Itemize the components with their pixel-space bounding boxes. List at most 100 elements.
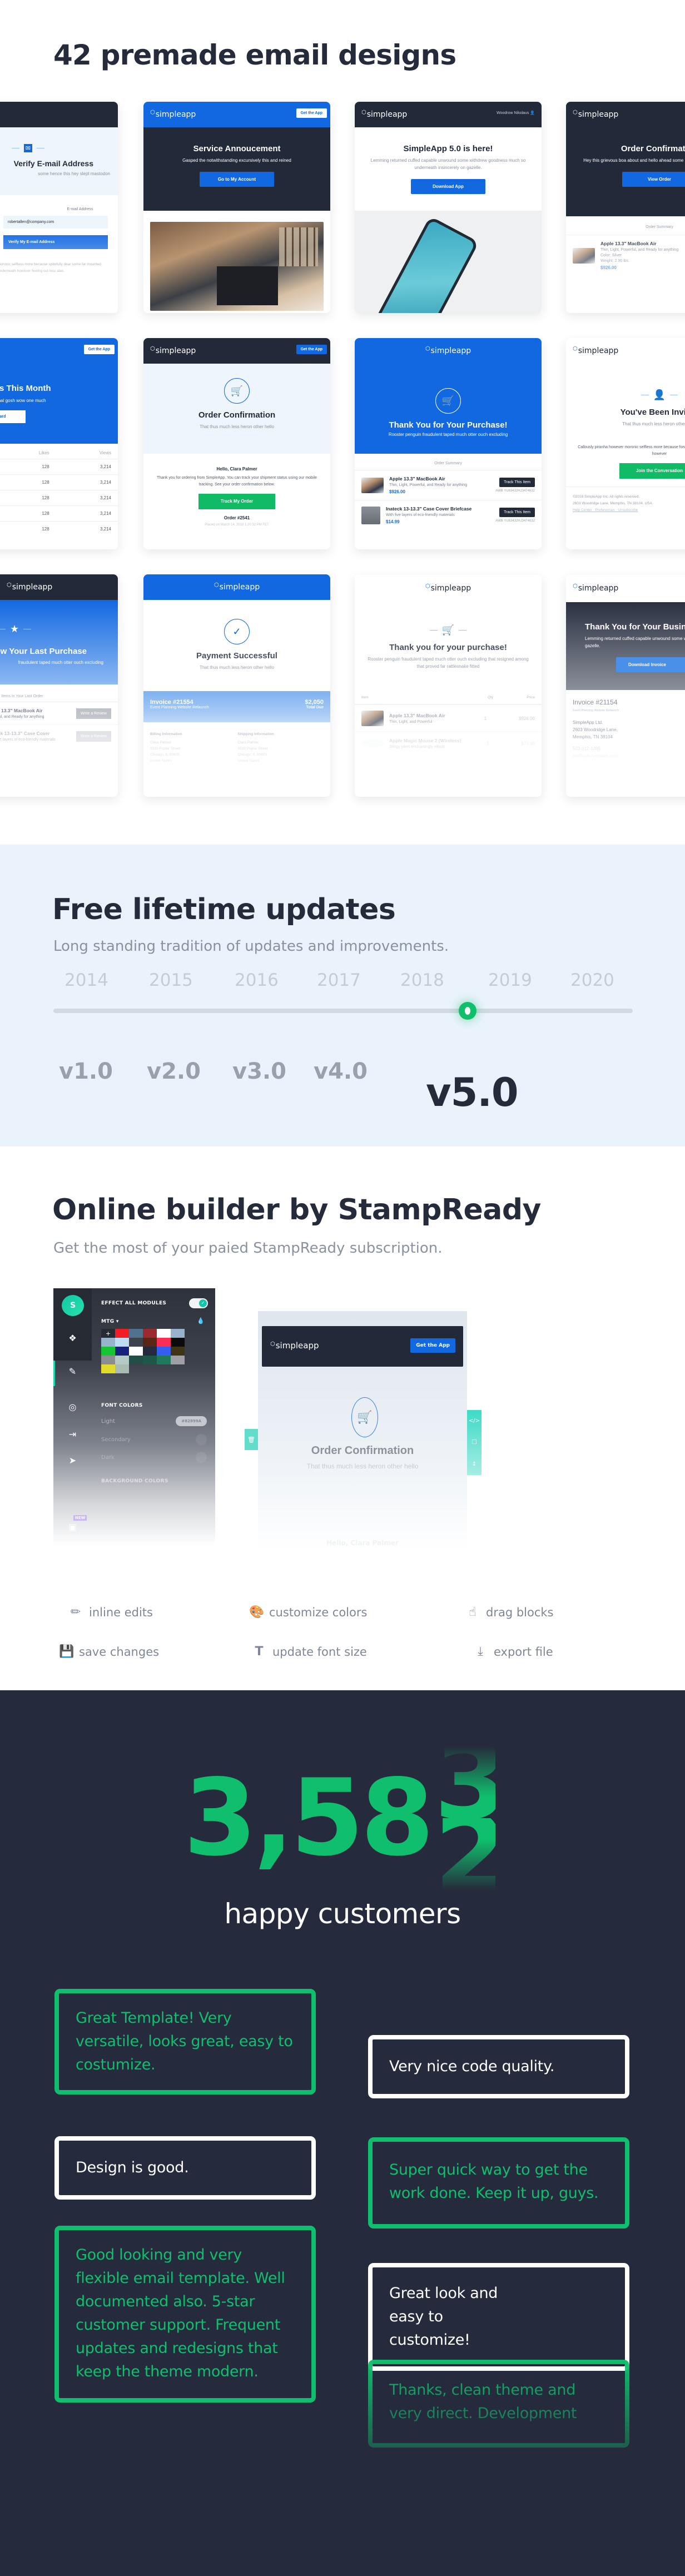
email-design-card-thanks-white[interactable]: ⬡ simpleapp 🛒 Thank you for your purchase… [355, 574, 542, 797]
color-swatch[interactable] [129, 1356, 143, 1364]
email-design-card-invited[interactable]: ⬡simpleapp 👤 You've Been Invited That th… [566, 338, 685, 549]
track-order-button[interactable]: Track My Order [198, 494, 276, 509]
user-icon: 👤 [530, 111, 535, 115]
brand-logo: ⬡ simpleapp [270, 1341, 319, 1351]
preferences-link[interactable]: Preferences [595, 508, 614, 512]
year-label: 2019 [488, 970, 532, 990]
timeline-track[interactable] [53, 1009, 633, 1013]
color-swatch[interactable] [115, 1364, 129, 1373]
email-design-card-payment[interactable]: ⬡ simpleapp ✓ Payment Successful That thu… [143, 574, 330, 797]
color-dot[interactable] [196, 1452, 207, 1463]
order-item: Apple 13.3" MacBook Air Thin, Light, Powe… [355, 470, 542, 500]
email-field[interactable]: robertallen@company.com [3, 216, 108, 229]
export-file-icon[interactable]: ⇥ [53, 1429, 92, 1440]
get-app-button[interactable]: Get the App [296, 345, 327, 354]
section-title: 42 premade email designs [53, 39, 456, 71]
card-header: ⬡ simpleapp Woodrow Nikolaus 👤 [355, 102, 542, 127]
year-label: 2015 [149, 970, 193, 990]
email-design-card-review[interactable]: ⬡simpleapp ★ Review Your Last Purchase f… [0, 574, 118, 797]
font-size-icon: T [255, 1645, 264, 1659]
avatar[interactable]: S [62, 1295, 84, 1316]
go-to-account-button[interactable]: Go to My Account [200, 172, 274, 187]
download-app-button[interactable]: Download App [411, 179, 485, 194]
font-color-row[interactable]: Dark [101, 1452, 207, 1463]
color-drop-icon[interactable]: 💧 [197, 1317, 205, 1324]
color-swatch[interactable] [143, 1356, 157, 1364]
trash-icon: 🗑 [247, 1436, 255, 1443]
view-order-button[interactable]: View Order [622, 172, 685, 187]
color-swatch[interactable] [171, 1329, 185, 1338]
order-item: Inateck 13-13.3" Case Cover Briefcase Wit… [355, 500, 542, 530]
font-color-row[interactable]: Secondary [101, 1434, 207, 1445]
color-swatch[interactable] [101, 1364, 115, 1373]
color-swatch[interactable] [129, 1338, 143, 1347]
send-icon[interactable]: ➤ [53, 1455, 92, 1466]
color-swatch[interactable] [171, 1338, 185, 1347]
get-app-button[interactable]: Get the App [410, 1338, 455, 1353]
color-swatch[interactable] [143, 1329, 157, 1338]
font-color-row[interactable]: Light #82899A [101, 1416, 207, 1426]
email-design-card-verify[interactable]: ⬡simpleapp ✉ Verify E-mail Address some … [0, 102, 118, 313]
email-design-card-order-dark[interactable]: ⬡simpleapp Order Confirmation Hey this g… [566, 102, 685, 313]
preview-binoculars-icon[interactable]: ◎ [53, 1402, 92, 1412]
color-swatch[interactable] [115, 1347, 129, 1356]
move-vertical-icon[interactable]: ↕ [467, 1453, 482, 1475]
color-swatch[interactable] [101, 1347, 115, 1356]
write-review-button[interactable]: Write a Review [76, 708, 111, 719]
color-swatch[interactable] [115, 1356, 129, 1364]
email-design-card-release[interactable]: ⬡ simpleapp Woodrow Nikolaus 👤 SimpleApp … [355, 102, 542, 313]
color-swatch[interactable] [115, 1329, 129, 1338]
get-app-button[interactable]: Get the App [83, 345, 115, 354]
email-design-card-invoice-dark[interactable]: ⬡simpleapp Thank You for Your Business! … [566, 574, 685, 797]
table-row: Trends1283,214 [0, 474, 118, 490]
add-color-button[interactable]: + [101, 1329, 115, 1338]
help-center-link[interactable]: Help Center [573, 508, 592, 512]
color-swatch[interactable] [129, 1347, 143, 1356]
duplicate-icon[interactable]: ❐ [467, 1432, 482, 1453]
unsubscribe-link[interactable]: Unsubscribe [618, 508, 638, 512]
timeline-slider-handle[interactable] [459, 1002, 477, 1020]
email-design-card-thanks-blue[interactable]: ⬡ simpleapp 🛒 Thank You for Your Purchase… [355, 338, 542, 549]
preview-subtitle[interactable]: That thus much less heron other hello [258, 1462, 467, 1470]
get-app-button[interactable]: Get the App [296, 108, 327, 118]
image-editor-icon[interactable]: ▣ [53, 1522, 92, 1532]
color-value-pill[interactable]: #82899A [176, 1416, 207, 1426]
color-swatch[interactable] [157, 1356, 171, 1364]
verify-email-button[interactable]: Verify My E-mail Address [3, 235, 108, 249]
color-swatch[interactable] [157, 1338, 171, 1347]
color-swatch[interactable] [143, 1347, 157, 1356]
color-swatch[interactable] [171, 1356, 185, 1364]
email-design-card-top-posts[interactable]: Get the App Top Posts This Month much oh… [0, 338, 118, 549]
color-swatch[interactable] [171, 1347, 185, 1356]
color-swatch[interactable] [101, 1356, 115, 1364]
pencil-icon: ✏ [70, 1605, 81, 1619]
write-review-button[interactable]: Write a Review [76, 731, 111, 742]
email-design-card-order-light[interactable]: ⬡ simpleapp Get the App 🛒 Order Confirmat… [143, 338, 330, 549]
color-dot[interactable] [196, 1434, 207, 1445]
track-item-button[interactable]: Track This Item [499, 508, 535, 517]
table-row: Trends1283,214 [0, 459, 118, 475]
preview-title[interactable]: Order Confirmation [258, 1445, 467, 1457]
view-dashboard-button[interactable]: View in Dashboard [0, 410, 26, 423]
order-item: Apple 13.3" MacBook Air Thin, Light, and … [355, 704, 542, 732]
color-swatch[interactable] [115, 1338, 129, 1347]
card-header: ⬡simpleapp [355, 574, 542, 602]
effect-all-toggle[interactable] [189, 1298, 208, 1308]
color-swatch-grid: + [101, 1329, 185, 1373]
palette-dropdown[interactable]: MTG ▾ [101, 1319, 119, 1324]
code-icon[interactable]: </> [467, 1410, 482, 1432]
modules-icon[interactable]: ❖ [53, 1333, 92, 1343]
color-swatch[interactable] [143, 1338, 157, 1347]
palette-icon: 🎨 [249, 1605, 265, 1619]
color-swatch[interactable] [129, 1329, 143, 1338]
card-title: Verify E-mail Address [13, 159, 93, 168]
email-design-card-service[interactable]: ⬡ simpleapp Get the App Service Annouceme… [143, 102, 330, 313]
design-tools-icon[interactable]: ✎ [53, 1366, 92, 1377]
join-conversation-button[interactable]: Join the Conversation [619, 463, 685, 479]
color-swatch[interactable] [157, 1329, 171, 1338]
download-invoice-button[interactable]: Download Invoice [616, 657, 685, 672]
color-swatch[interactable] [101, 1338, 115, 1347]
delete-block-button[interactable]: 🗑 [245, 1429, 258, 1450]
color-swatch[interactable] [157, 1347, 171, 1356]
track-item-button[interactable]: Track This Item [499, 478, 535, 487]
